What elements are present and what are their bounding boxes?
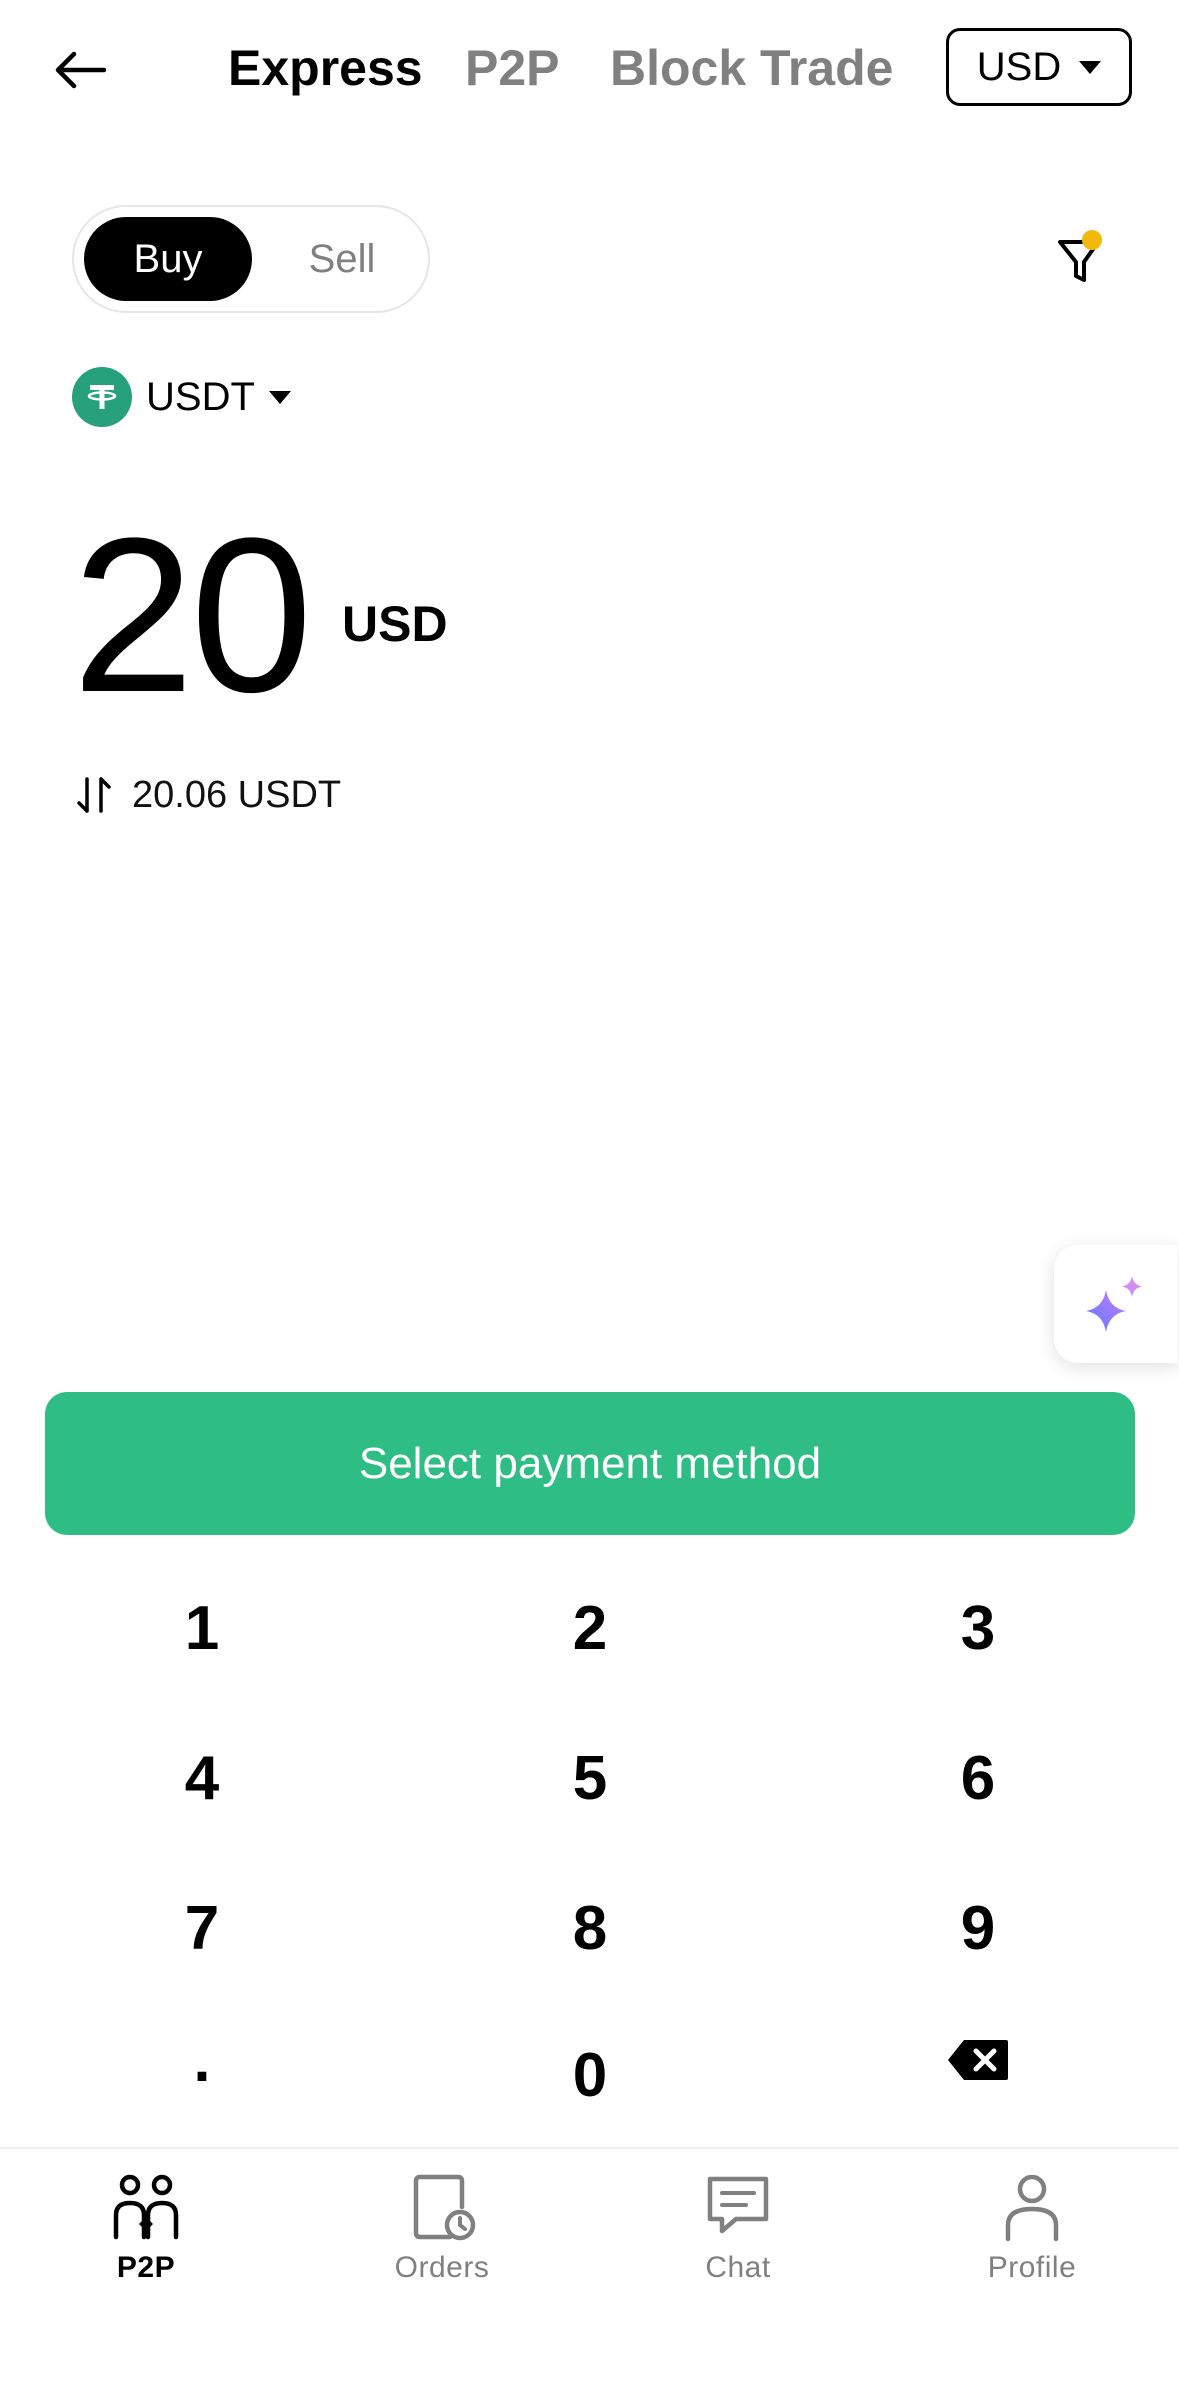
tether-icon bbox=[72, 367, 132, 427]
key-2[interactable]: 2 bbox=[490, 1568, 690, 1688]
nav-label-p2p: P2P bbox=[116, 2251, 176, 2284]
buy-button[interactable]: Buy bbox=[84, 217, 252, 301]
key-decimal[interactable]: . bbox=[102, 2000, 302, 2120]
tab-block-trade[interactable]: Block Trade bbox=[610, 36, 893, 100]
key-1[interactable]: 1 bbox=[102, 1568, 302, 1688]
caret-down-icon bbox=[1079, 60, 1102, 74]
conversion-toggle[interactable]: 20.06 USDT bbox=[76, 770, 341, 820]
key-3[interactable]: 3 bbox=[878, 1568, 1078, 1688]
nav-item-p2p[interactable]: P2P bbox=[46, 2171, 246, 2285]
backspace-icon bbox=[948, 2040, 1008, 2080]
key-9[interactable]: 9 bbox=[878, 1868, 1078, 1988]
filter-button[interactable] bbox=[1040, 220, 1120, 300]
back-button[interactable] bbox=[40, 30, 120, 110]
asset-label: USDT bbox=[146, 374, 255, 419]
profile-person-icon bbox=[1005, 2174, 1059, 2242]
select-payment-method-button[interactable]: Select payment method bbox=[45, 1392, 1135, 1535]
filter-icon bbox=[1058, 240, 1100, 282]
nav-label-orders: Orders bbox=[394, 2251, 490, 2284]
caret-down-icon bbox=[268, 390, 291, 404]
sell-button[interactable]: Sell bbox=[262, 217, 422, 301]
key-7[interactable]: 7 bbox=[102, 1868, 302, 1988]
currency-label: USD bbox=[976, 44, 1062, 89]
key-4[interactable]: 4 bbox=[102, 1718, 302, 1838]
currency-select[interactable]: USD bbox=[946, 28, 1132, 106]
arrow-left-icon bbox=[55, 51, 106, 89]
amount-value: 20 bbox=[72, 492, 313, 738]
converted-amount: 20.06 USDT bbox=[132, 773, 342, 816]
filter-badge bbox=[1082, 230, 1102, 250]
nav-item-chat[interactable]: Chat bbox=[638, 2171, 838, 2285]
key-8[interactable]: 8 bbox=[490, 1868, 690, 1988]
p2p-users-icon bbox=[113, 2174, 179, 2240]
nav-label-profile: Profile bbox=[987, 2251, 1077, 2284]
sparkle-icon bbox=[1086, 1276, 1142, 1332]
nav-item-profile[interactable]: Profile bbox=[932, 2171, 1132, 2285]
nav-item-orders[interactable]: Orders bbox=[342, 2171, 542, 2285]
key-0[interactable]: 0 bbox=[490, 2015, 690, 2135]
amount-unit: USD bbox=[342, 596, 448, 652]
nav-label-chat: Chat bbox=[705, 2251, 771, 2284]
buy-sell-toggle: Buy Sell bbox=[72, 205, 430, 313]
key-6[interactable]: 6 bbox=[878, 1718, 1078, 1838]
orders-clock-icon bbox=[413, 2174, 476, 2241]
backspace-key[interactable] bbox=[878, 2000, 1078, 2120]
chat-bubble-icon bbox=[707, 2176, 769, 2234]
tab-express[interactable]: Express bbox=[228, 36, 423, 100]
key-5[interactable]: 5 bbox=[490, 1718, 690, 1838]
bottom-nav: P2P Orders Chat Profile bbox=[0, 2147, 1179, 2396]
ai-assistant-button[interactable] bbox=[1054, 1245, 1178, 1363]
asset-selector[interactable]: USDT bbox=[72, 366, 291, 428]
tab-p2p[interactable]: P2P bbox=[465, 36, 560, 100]
swap-vertical-icon bbox=[77, 777, 111, 813]
